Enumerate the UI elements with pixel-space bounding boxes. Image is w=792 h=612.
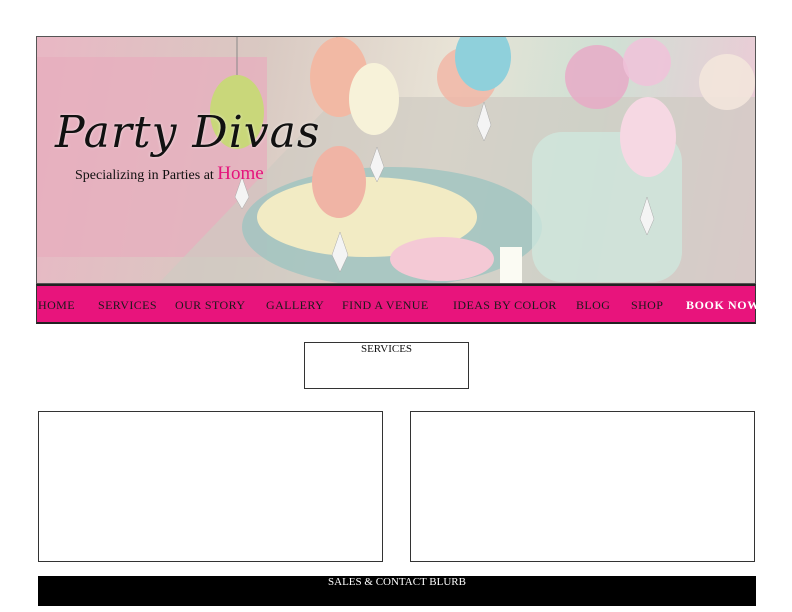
nav-gallery[interactable]: GALLERY	[266, 298, 324, 313]
nav-blog[interactable]: BLOG	[576, 298, 610, 313]
tagline-accent: Home	[217, 163, 264, 184]
nav-shop[interactable]: SHOP	[631, 298, 663, 313]
tagline: Specializing in Parties at Home	[75, 163, 264, 185]
content-panel-left	[38, 411, 383, 562]
nav-ideas-by-color[interactable]: IDEAS BY COLOR	[453, 298, 557, 313]
book-now-button[interactable]: BOOK NOW	[686, 298, 760, 313]
hero-photo	[37, 37, 755, 283]
nav-find-a-venue[interactable]: FIND A VENUE	[342, 298, 429, 313]
nav-our-story[interactable]: OUR STORY	[175, 298, 245, 313]
nav-home[interactable]: HOME	[38, 298, 75, 313]
services-heading: SERVICES	[360, 343, 413, 355]
main-nav: HOME SERVICES OUR STORY GALLERY FIND A V…	[36, 284, 759, 324]
sales-contact-footer: SALES & CONTACT BLURB	[38, 576, 756, 606]
footer-label: SALES & CONTACT BLURB	[328, 576, 466, 588]
hero-banner: Party Divas Specializing in Parties at H…	[36, 36, 756, 284]
services-heading-box: SERVICES	[304, 342, 469, 389]
logo-title[interactable]: Party Divas	[55, 107, 320, 158]
content-panel-right	[410, 411, 755, 562]
tagline-prefix: Specializing in Parties at	[75, 168, 214, 183]
nav-services[interactable]: SERVICES	[98, 298, 157, 313]
